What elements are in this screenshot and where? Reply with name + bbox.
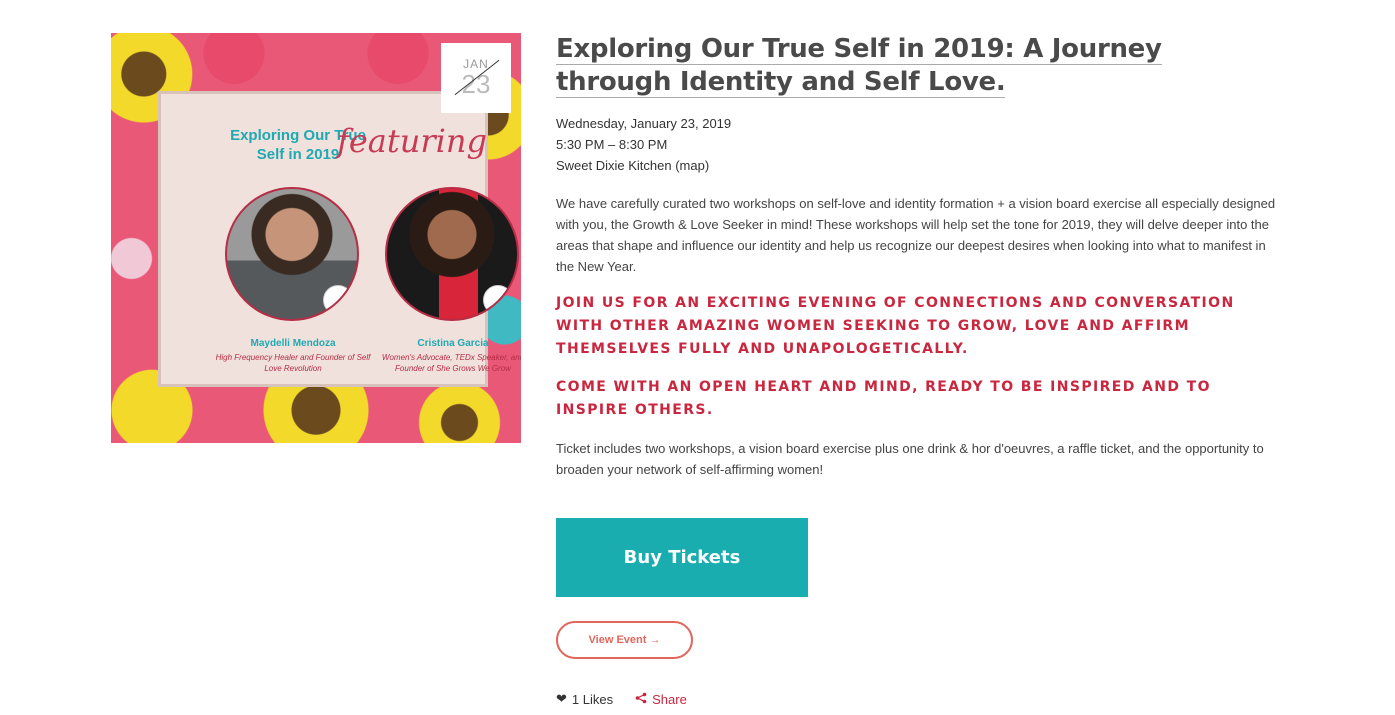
ticket-note: Ticket includes two workshops, a vision … [556,441,1264,477]
event-image[interactable]: Exploring Our True Self in 2019 featurin… [111,33,521,443]
callout-come: Come with an open heart and mind, ready … [556,379,1211,418]
date-badge: JAN 23 [441,43,511,113]
share-icon [635,692,647,707]
view-event-button[interactable]: View Event → [556,621,693,659]
heart-icon: ❤ [556,691,567,706]
date-day: 23 [461,69,491,99]
speaker-role-2: Women's Advocate, TEDx Speaker, and Foun… [381,353,521,373]
share-label: Share [652,691,687,707]
callout-join: Join us for an exciting evening of conne… [556,295,1235,357]
speaker-name-1: Maydelli Mendoza [250,338,336,349]
logo-badge-icon [483,285,513,315]
event-description: We have carefully curated two workshops … [556,196,1276,274]
image-card: Exploring Our True Self in 2019 featurin… [158,91,521,387]
event-time: 5:30 PM – 8:30 PM [556,137,668,152]
share-button[interactable]: Share [635,692,687,707]
like-button[interactable]: ❤ 1 Likes [556,691,613,707]
footer-actions: ❤ 1 Likes Share [556,690,687,708]
speaker-name-2: Cristina Garcia [417,338,489,349]
logo-badge-icon [323,285,353,315]
event-date: Wednesday, January 23, 2019 [556,116,732,131]
speaker-photo-1 [225,187,359,321]
speaker-photo-2 [385,187,519,321]
speaker-role-1: High Frequency Healer and Founder of Sel… [215,353,371,373]
event-location[interactable]: Sweet Dixie Kitchen (map) [556,155,1281,176]
buy-tickets-button[interactable]: Buy Tickets [556,518,808,597]
event-title[interactable]: Exploring Our True Self in 2019: A Journ… [556,33,1281,99]
event-meta: Wednesday, January 23, 2019 5:30 PM – 8:… [556,113,1281,176]
likes-count: 1 Likes [571,691,614,707]
event-content: Exploring Our True Self in 2019: A Journ… [556,33,1281,480]
image-script-text: featuring [337,122,487,160]
